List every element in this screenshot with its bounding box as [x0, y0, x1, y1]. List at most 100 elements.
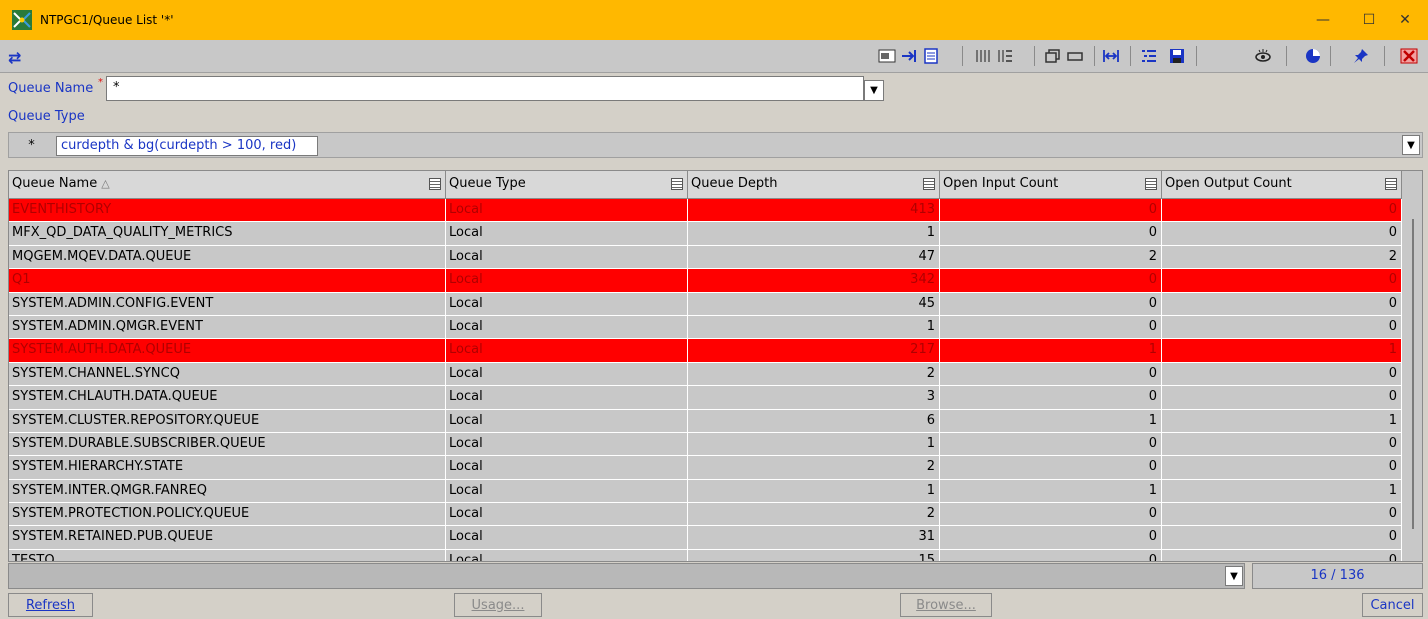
minimize-button[interactable]: —: [1300, 0, 1346, 40]
export-arrow-icon[interactable]: [900, 47, 918, 65]
table-row[interactable]: SYSTEM.HIERARCHY.STATE Local 2 0 0: [9, 456, 1402, 480]
columns-icon[interactable]: [974, 47, 992, 65]
cell-queue-name: MFX_QD_DATA_QUALITY_METRICS: [9, 222, 446, 246]
fit-width-icon[interactable]: [1102, 47, 1120, 65]
window-toolbar-group: [1042, 44, 1086, 68]
table-header: Queue Name △ Queue Type Queue Depth Open …: [9, 171, 1402, 199]
minimize-window-icon[interactable]: [1066, 47, 1084, 65]
cell-queue-depth: 2: [688, 362, 940, 387]
column-layout-icon[interactable]: [996, 47, 1014, 65]
table-row[interactable]: SYSTEM.RETAINED.PUB.QUEUE Local 31 0 0: [9, 526, 1402, 550]
column-menu-icon[interactable]: [429, 178, 441, 190]
eye-icon[interactable]: [1254, 47, 1272, 65]
chevron-down-icon: ▼: [870, 85, 878, 96]
browse-button[interactable]: Browse...: [900, 593, 992, 617]
table-row[interactable]: EVENTHISTORY Local 413 0 0: [9, 199, 1402, 223]
toolbar-separator: [962, 46, 963, 66]
restore-window-icon[interactable]: [1044, 47, 1062, 65]
cell-open-output-count: 0: [1162, 222, 1402, 246]
table-row[interactable]: MFX_QD_DATA_QUALITY_METRICS Local 1 0 0: [9, 222, 1402, 246]
list-indent-icon[interactable]: [1140, 47, 1158, 65]
table-row[interactable]: SYSTEM.CHLAUTH.DATA.QUEUE Local 3 0 0: [9, 386, 1402, 410]
cell-queue-type: Local: [446, 199, 688, 223]
cell-open-input-count: 0: [940, 222, 1162, 246]
cell-queue-name: SYSTEM.CHANNEL.SYNCQ: [9, 362, 446, 387]
cell-queue-type: Local: [446, 269, 688, 293]
close-red-icon[interactable]: [1400, 47, 1418, 65]
column-header-queue-depth[interactable]: Queue Depth: [688, 171, 940, 199]
queue-name-label: Queue Name: [8, 81, 94, 96]
cell-queue-name: SYSTEM.INTER.QMGR.FANREQ: [9, 479, 446, 504]
table-row[interactable]: SYSTEM.PROTECTION.POLICY.QUEUE Local 2 0 0: [9, 503, 1402, 527]
title-bar: NTPGC1/Queue List '*' — ☐ ✕: [0, 0, 1428, 40]
table-row[interactable]: SYSTEM.ADMIN.CONFIG.EVENT Local 45 0 0: [9, 292, 1402, 316]
pin-icon[interactable]: [1352, 47, 1370, 65]
vertical-scrollbar[interactable]: [1404, 199, 1422, 561]
chart-toolbar-group: [1302, 44, 1324, 68]
column-header-queue-name[interactable]: Queue Name △: [9, 171, 446, 199]
table-row[interactable]: SYSTEM.ADMIN.QMGR.EVENT Local 1 0 0: [9, 315, 1402, 340]
cell-queue-type: Local: [446, 315, 688, 340]
save-icon[interactable]: [1168, 47, 1186, 65]
cancel-button[interactable]: Cancel: [1362, 593, 1423, 617]
filter-expression-input[interactable]: curdepth & bg(curdepth > 100, red): [56, 136, 318, 156]
table-row[interactable]: MQGEM.MQEV.DATA.QUEUE Local 47 2 2: [9, 245, 1402, 270]
column-menu-icon[interactable]: [923, 178, 935, 190]
queue-type-selector[interactable]: *: [9, 133, 54, 157]
status-dropdown-button[interactable]: ▼: [1225, 566, 1243, 586]
column-header-queue-type[interactable]: Queue Type: [446, 171, 688, 199]
table-row[interactable]: SYSTEM.INTER.QMGR.FANREQ Local 1 1 1: [9, 479, 1402, 504]
pin-toolbar-group: [1350, 44, 1372, 68]
queue-name-input[interactable]: *: [106, 76, 864, 101]
close-window-button[interactable]: ✕: [1382, 0, 1428, 40]
chevron-down-icon: ▼: [1230, 570, 1238, 582]
queue-name-dropdown-button[interactable]: ▼: [864, 80, 884, 101]
column-header-open-input-count[interactable]: Open Input Count: [940, 171, 1162, 199]
table-row[interactable]: Q1 Local 342 0 0: [9, 269, 1402, 293]
window-ok-icon[interactable]: [878, 47, 896, 65]
column-header-open-output-count[interactable]: Open Output Count: [1162, 171, 1402, 199]
cell-queue-name: TESTQ: [9, 549, 446, 561]
cell-queue-depth: 342: [688, 269, 940, 293]
cell-queue-name: EVENTHISTORY: [9, 199, 446, 223]
cell-open-output-count: 0: [1162, 386, 1402, 410]
column-menu-icon[interactable]: [1385, 178, 1397, 190]
list-toolbar-group: [1138, 44, 1188, 68]
cell-open-input-count: 0: [940, 362, 1162, 387]
cell-queue-depth: 217: [688, 339, 940, 363]
cell-open-input-count: 1: [940, 409, 1162, 433]
cell-open-input-count: 0: [940, 432, 1162, 457]
cell-open-output-count: 0: [1162, 432, 1402, 457]
column-header-label: Queue Depth: [691, 176, 778, 191]
table-row[interactable]: SYSTEM.AUTH.DATA.QUEUE Local 217 1 1: [9, 339, 1402, 363]
table-row[interactable]: SYSTEM.CHANNEL.SYNCQ Local 2 0 0: [9, 362, 1402, 387]
table-row[interactable]: SYSTEM.CLUSTER.REPOSITORY.QUEUE Local 6 1 1: [9, 409, 1402, 433]
cell-queue-type: Local: [446, 409, 688, 433]
table-body: EVENTHISTORY Local 413 0 0 MFX_QD_DATA_QUALIT…: [9, 199, 1402, 561]
cell-queue-depth: 6: [688, 409, 940, 433]
cell-queue-name: SYSTEM.PROTECTION.POLICY.QUEUE: [9, 503, 446, 527]
sort-ascending-icon: △: [101, 177, 110, 190]
table-row[interactable]: SYSTEM.DURABLE.SUBSCRIBER.QUEUE Local 1 0 0: [9, 432, 1402, 457]
scrollbar-thumb[interactable]: [1412, 219, 1414, 529]
refresh-button[interactable]: Refresh: [8, 593, 93, 617]
cell-open-input-count: 1: [940, 479, 1162, 504]
toolbar-refresh-icon[interactable]: ⇄: [8, 48, 21, 67]
usage-button[interactable]: Usage...: [454, 593, 542, 617]
cell-queue-depth: 1: [688, 315, 940, 340]
cell-open-input-count: 0: [940, 269, 1162, 293]
cell-open-input-count: 0: [940, 456, 1162, 480]
toolbar-separator: [1034, 46, 1035, 66]
column-menu-icon[interactable]: [671, 178, 683, 190]
window-title: NTPGC1/Queue List '*': [40, 13, 174, 27]
cell-queue-name: SYSTEM.ADMIN.CONFIG.EVENT: [9, 292, 446, 316]
table-row[interactable]: TESTQ Local 15 0 0: [9, 549, 1402, 561]
document-icon[interactable]: [922, 47, 940, 65]
column-menu-icon[interactable]: [1145, 178, 1157, 190]
cell-queue-type: Local: [446, 432, 688, 457]
filter-expression-dropdown-button[interactable]: ▼: [1402, 135, 1420, 155]
cell-open-output-count: 0: [1162, 503, 1402, 527]
pie-chart-icon[interactable]: [1304, 47, 1322, 65]
cell-open-input-count: 0: [940, 549, 1162, 561]
cell-open-input-count: 0: [940, 199, 1162, 223]
